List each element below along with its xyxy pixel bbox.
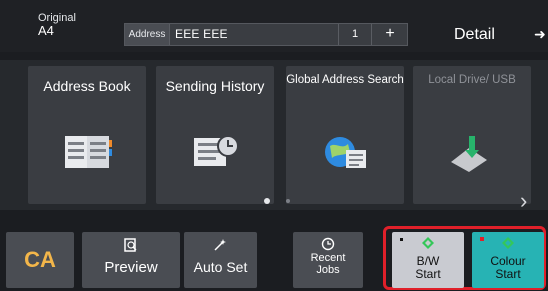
page-dot (286, 199, 290, 203)
auto-set-button[interactable]: Auto Set (184, 232, 257, 288)
tile-label: Sending History (165, 78, 265, 94)
add-address-button[interactable]: + (371, 24, 408, 45)
local-drive-usb-tile[interactable]: Local Drive/ USB (413, 66, 531, 204)
chevron-right-icon[interactable]: › (520, 188, 527, 214)
original-setting[interactable]: Original A4 (38, 12, 76, 37)
start-diamond-icon (502, 237, 514, 249)
preview-button[interactable]: Preview (82, 232, 180, 288)
colour-start-label: Colour Start (490, 254, 526, 281)
original-size: A4 (38, 23, 54, 38)
bw-mode-dot (400, 238, 403, 241)
recent-jobs-icon (321, 237, 335, 251)
auto-set-label: Auto Set (193, 259, 248, 275)
address-book-icon (65, 136, 112, 168)
detail-label: Detail (454, 26, 495, 43)
start-diamond-icon (422, 237, 434, 249)
destination-tiles: Address Book Sending History Global Addr… (0, 60, 548, 213)
address-field[interactable]: Address EEE EEE 1 + (124, 23, 408, 46)
ca-label: CA (24, 247, 56, 272)
global-address-search-tile[interactable]: Global Address Search (286, 66, 404, 204)
tile-label: Local Drive/ USB (428, 74, 516, 86)
address-book-tile[interactable]: Address Book (28, 66, 146, 204)
tile-label: Address Book (43, 78, 131, 94)
top-bar: Original A4 Address EEE EEE 1 + Detail ➜ (0, 0, 548, 52)
detail-button[interactable]: Detail ➜ (454, 23, 548, 46)
colour-start-button[interactable]: Colour Start (472, 232, 544, 288)
address-value: EEE EEE (175, 27, 228, 41)
bottom-bar: CA Preview Auto Set Recent Jobs B/W Star… (0, 222, 548, 291)
arrow-right-icon: ➜ (534, 26, 546, 42)
plus-icon: + (385, 25, 395, 42)
tile-label: Global Address Search (286, 74, 404, 86)
sending-history-icon (194, 135, 239, 166)
preview-label: Preview (104, 259, 158, 276)
address-count: 1 (338, 24, 371, 45)
preview-icon (124, 238, 137, 252)
page-dot-active (264, 198, 270, 204)
recent-jobs-label: Recent Jobs (310, 252, 346, 276)
sending-history-tile[interactable]: Sending History (156, 66, 274, 204)
bw-start-label: B/W Start (415, 254, 441, 281)
recent-jobs-button[interactable]: Recent Jobs (293, 232, 363, 288)
colour-mode-dot (480, 237, 484, 241)
local-drive-usb-icon (451, 136, 487, 172)
auto-set-icon (214, 239, 226, 251)
bw-start-button[interactable]: B/W Start (392, 232, 464, 288)
global-address-search-icon (325, 137, 366, 168)
clear-all-button[interactable]: CA (6, 232, 74, 288)
address-label: Address (125, 24, 170, 45)
